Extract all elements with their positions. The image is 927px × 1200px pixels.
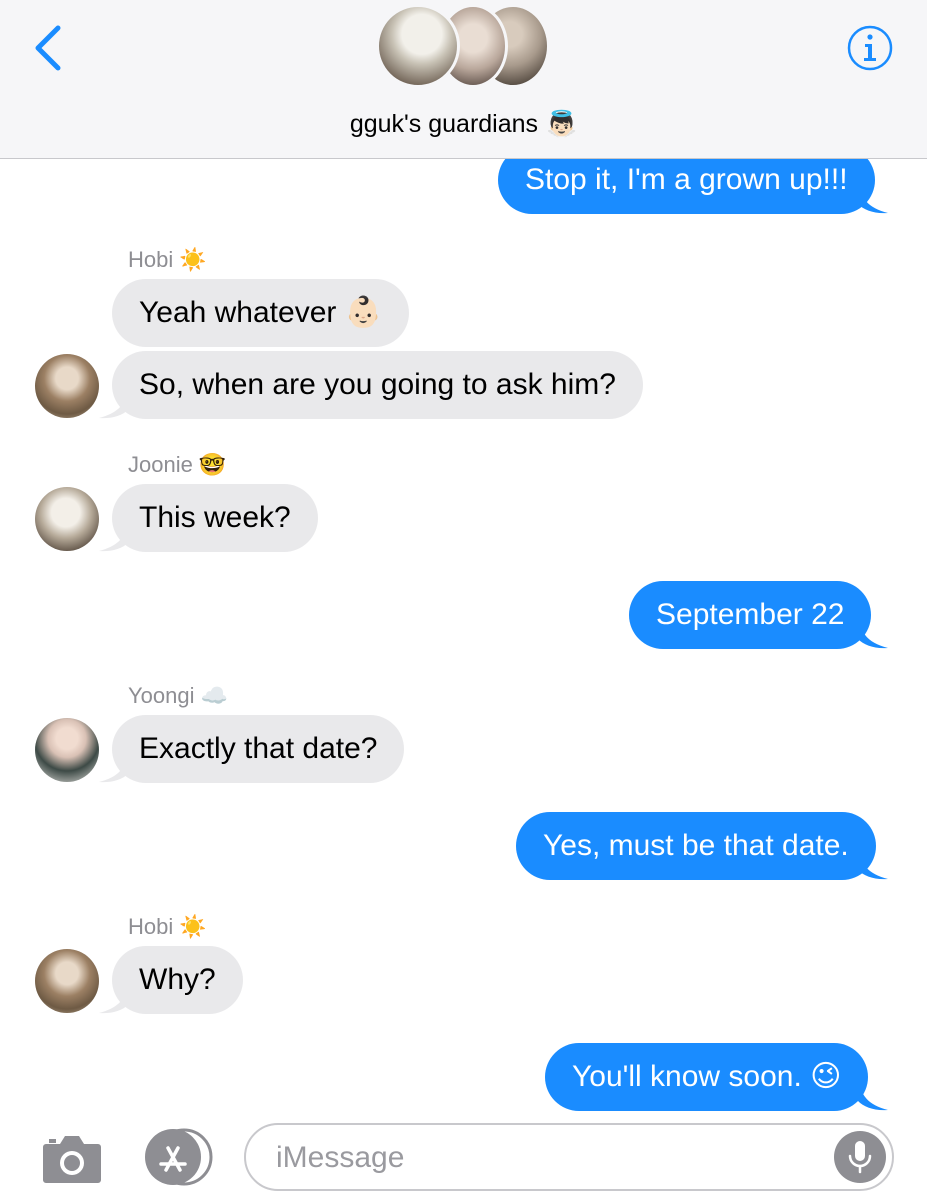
bubble-tail: [99, 518, 129, 552]
bubble-tail: [858, 180, 888, 214]
sender-label: Joonie 🤓: [128, 452, 226, 478]
app-store-button[interactable]: [142, 1128, 214, 1186]
sender-label: Hobi ☀️: [128, 247, 207, 273]
camera-icon: [43, 1136, 101, 1183]
group-avatar: [376, 4, 460, 88]
bubble-tail: [858, 615, 888, 649]
group-title[interactable]: gguk's guardians 👼🏻: [0, 110, 927, 139]
message-bubble-incoming[interactable]: So, when are you going to ask him?: [112, 351, 643, 419]
camera-button[interactable]: [42, 1132, 102, 1184]
message-bubble-outgoing[interactable]: September 22: [629, 581, 872, 649]
sun-emoji-icon: ☀️: [179, 914, 207, 939]
angel-emoji-icon: 👼🏻: [546, 110, 578, 138]
bubble-tail: [99, 980, 129, 1014]
message-input-field[interactable]: [244, 1123, 894, 1191]
sender-label: Hobi ☀️: [128, 914, 207, 940]
message-bubble-incoming[interactable]: Yeah whatever 👶🏻: [112, 279, 410, 347]
info-button[interactable]: [846, 24, 894, 72]
sun-emoji-icon: ☀️: [179, 247, 207, 272]
nerd-face-emoji-icon: 🤓: [198, 452, 227, 477]
bubble-tail: [99, 385, 129, 419]
bubble-tail: [858, 1077, 888, 1111]
cloud-emoji-icon: ☁️: [200, 683, 228, 708]
conversation-header: gguk's guardians 👼🏻: [0, 0, 927, 159]
message-bubble-incoming[interactable]: This week?: [112, 484, 318, 552]
sender-name: Hobi: [128, 247, 174, 272]
avatar-hobi[interactable]: [35, 354, 99, 418]
message-input[interactable]: [274, 1133, 818, 1183]
bubble-tail: [858, 846, 888, 880]
avatar-joonie[interactable]: [35, 487, 99, 551]
back-button[interactable]: [30, 22, 70, 78]
message-bubble-outgoing[interactable]: Yes, must be that date.: [516, 812, 876, 880]
sender-name: Hobi: [128, 914, 174, 939]
sender-name: Joonie: [128, 452, 193, 477]
microphone-button[interactable]: [834, 1131, 886, 1183]
avatar-yoongi[interactable]: [35, 718, 99, 782]
message-bubble-incoming[interactable]: Exactly that date?: [112, 715, 405, 783]
sender-label: Yoongi ☁️: [128, 683, 228, 709]
composer-bar: [0, 1112, 927, 1200]
message-bubble-incoming[interactable]: Why?: [112, 946, 243, 1014]
bubble-tail: [99, 749, 129, 783]
group-avatars[interactable]: [376, 4, 552, 90]
message-bubble-outgoing[interactable]: You'll know soon. 😉: [545, 1043, 869, 1111]
app-store-icon: [145, 1128, 213, 1186]
message-list[interactable]: Stop it, I'm a grown up!!! Hobi ☀️ Yeah w…: [0, 0, 927, 1200]
sender-name: Yoongi: [128, 683, 195, 708]
avatar-hobi[interactable]: [35, 949, 99, 1013]
info-icon: [847, 25, 893, 71]
chevron-left-icon: [35, 25, 61, 71]
group-name-text: gguk's guardians: [349, 110, 539, 138]
microphone-icon: [848, 1141, 872, 1174]
imessage-screen: Stop it, I'm a grown up!!! Hobi ☀️ Yeah w…: [0, 0, 927, 1200]
